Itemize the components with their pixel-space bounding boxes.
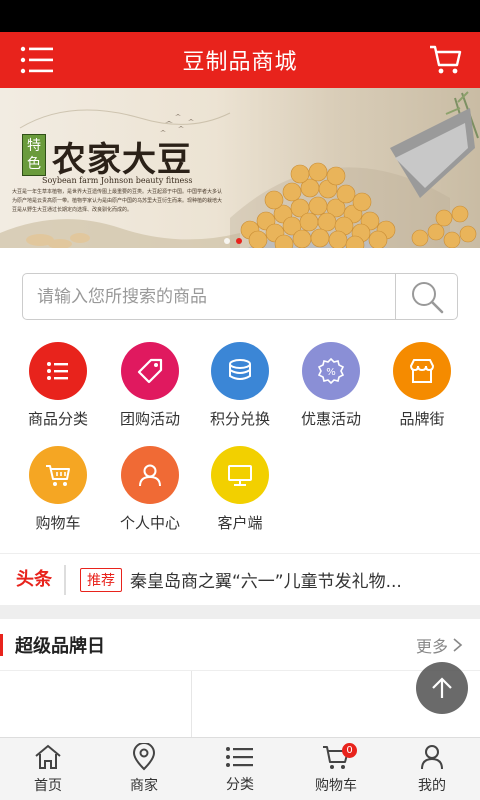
banner-title: 农家大豆 — [52, 140, 192, 180]
search-bar — [22, 273, 458, 320]
tab-label: 我的 — [418, 778, 446, 794]
category-label: 商品分类 — [27, 410, 88, 428]
tab-home[interactable]: 首页 — [0, 738, 96, 800]
brand-day-content — [0, 671, 480, 737]
list-icon — [29, 342, 87, 400]
category-label: 优惠活动 — [300, 410, 361, 428]
banner-description: 大豆是一年生草本植物，是世界大豆遗传图上最重要的豆类。大豆起源于中国。中国学者大… — [12, 189, 223, 213]
home-icon — [35, 744, 61, 769]
carousel-dot-active[interactable] — [236, 238, 242, 244]
category-label: 团购活动 — [119, 410, 180, 428]
category-profile[interactable]: 个人中心 — [102, 446, 198, 533]
column-divider — [191, 671, 192, 737]
location-icon — [132, 743, 156, 771]
more-label: 更多 — [415, 636, 448, 656]
category-client-app[interactable]: 客户端 — [192, 446, 288, 533]
user-icon — [421, 745, 443, 770]
tab-merchants[interactable]: 商家 — [96, 738, 192, 800]
carousel-dot[interactable] — [224, 238, 230, 244]
user-icon — [121, 446, 179, 504]
recommend-badge: 推荐 — [80, 567, 122, 592]
percent-icon: % — [302, 342, 360, 400]
monitor-icon — [211, 446, 269, 504]
promo-banner[interactable]: 特色 农家大豆 Soybean farm Johnson beauty fitn… — [0, 88, 480, 248]
chevron-right-icon — [453, 637, 463, 652]
category-label: 客户端 — [217, 514, 263, 532]
category-cart[interactable]: 购物车 — [10, 446, 106, 533]
section-title: 超级品牌日 — [15, 635, 105, 657]
category-product-categories[interactable]: 商品分类 — [10, 342, 106, 429]
category-label: 品牌街 — [399, 410, 445, 428]
app-screen: 豆制品商城 特色 农家大豆 Soybean farm Johnson beaut… — [0, 0, 480, 800]
news-headline[interactable]: 秦皇岛商之翼“六一”儿童节发礼物... — [130, 567, 420, 592]
search-button[interactable] — [395, 274, 457, 319]
carousel-indicator — [224, 238, 242, 244]
category-label: 积分兑换 — [209, 410, 270, 428]
category-label: 购物车 — [35, 514, 81, 532]
back-to-top-button[interactable] — [416, 662, 468, 714]
app-header: 豆制品商城 — [0, 32, 480, 88]
tab-label: 首页 — [34, 778, 62, 794]
coins-icon — [211, 342, 269, 400]
section-accent-bar — [0, 633, 3, 656]
tab-categories[interactable]: 分类 — [192, 738, 288, 800]
store-icon — [393, 342, 451, 400]
tab-label: 购物车 — [315, 778, 357, 794]
cart-count-badge: 0 — [342, 743, 357, 758]
menu-icon[interactable] — [20, 44, 54, 76]
category-label: 个人中心 — [119, 514, 180, 532]
tag-icon — [121, 342, 179, 400]
bottom-tab-bar: 首页 商家 分类 0 购物车 我的 — [0, 737, 480, 800]
tab-mine[interactable]: 我的 — [384, 738, 480, 800]
headline-news-bar[interactable]: 头条 推荐 秦皇岛商之翼“六一”儿童节发礼物... — [0, 553, 480, 605]
section-divider — [0, 605, 480, 619]
page-title: 豆制品商城 — [182, 50, 298, 75]
more-link[interactable]: 更多 — [416, 633, 464, 657]
cart-icon — [29, 446, 87, 504]
cart-icon[interactable] — [428, 42, 462, 76]
search-input[interactable] — [23, 274, 395, 319]
category-discounts[interactable]: % 优惠活动 — [283, 342, 379, 429]
svg-text:%: % — [326, 367, 336, 378]
tab-label: 分类 — [226, 777, 254, 793]
tab-label: 商家 — [130, 778, 158, 794]
tab-cart[interactable]: 0 购物车 — [288, 738, 384, 800]
category-points-exchange[interactable]: 积分兑换 — [192, 342, 288, 429]
banner-badge: 特色 — [22, 134, 46, 176]
status-bar — [0, 0, 480, 32]
category-group-buy[interactable]: 团购活动 — [102, 342, 198, 429]
banner-subtitle: Soybean farm Johnson beauty fitness — [42, 176, 193, 185]
category-brand-street[interactable]: 品牌街 — [374, 342, 470, 429]
search-icon — [411, 281, 443, 313]
brand-day-header: 超级品牌日 更多 — [0, 619, 480, 671]
news-tag: 头条 — [0, 564, 66, 595]
list-icon — [226, 747, 253, 767]
arrow-up-icon — [432, 677, 452, 698]
